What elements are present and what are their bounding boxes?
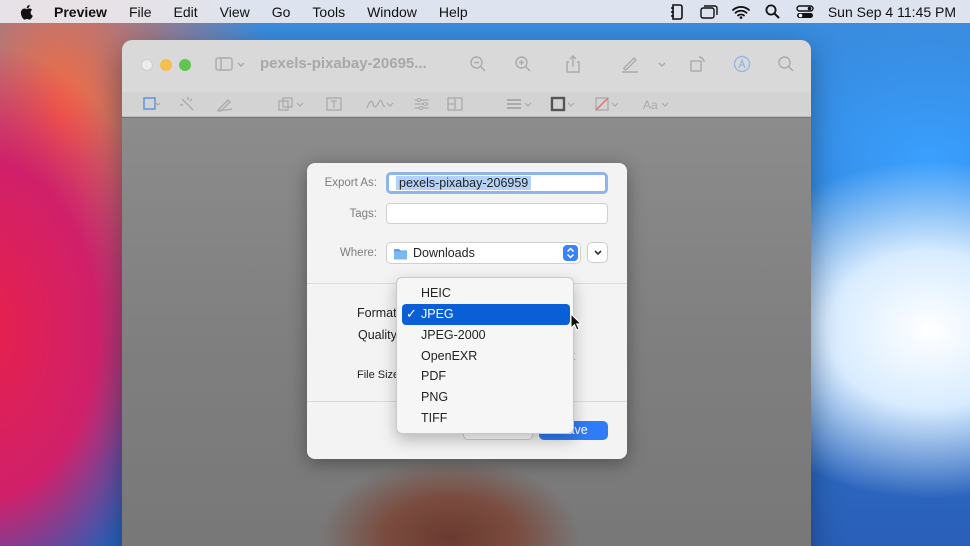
sidebar-toggle-icon[interactable]	[215, 55, 233, 73]
menu-bar: Preview File Edit View Go Tools Window H…	[0, 0, 970, 23]
format-option-label: HEIC	[421, 286, 451, 300]
note-icon[interactable]	[668, 3, 686, 20]
format-option-label: JPEG	[421, 307, 454, 321]
menu-app-name[interactable]: Preview	[54, 4, 107, 20]
tags-field[interactable]	[386, 203, 608, 224]
menu-clock[interactable]: Sun Sep 4 11:45 PM	[828, 4, 956, 20]
adjust-size-icon[interactable]	[446, 96, 464, 112]
search-icon[interactable]	[777, 55, 795, 73]
menu-help[interactable]: Help	[439, 4, 468, 20]
menu-edit[interactable]: Edit	[174, 4, 198, 20]
checkmark-icon: ✓	[406, 306, 417, 321]
export-as-value: pexels-pixabay-206959	[396, 176, 532, 190]
control-center-icon[interactable]	[796, 4, 814, 20]
format-option-openexr[interactable]: OpenEXR	[402, 346, 570, 367]
tags-label: Tags:	[349, 208, 378, 220]
adjust-color-icon[interactable]	[413, 96, 431, 112]
border-color-icon[interactable]	[550, 96, 578, 112]
format-option-label: PDF	[421, 369, 446, 383]
search-icon[interactable]	[764, 4, 782, 20]
window-titlebar: pexels-pixabay-20695...	[122, 40, 811, 92]
text-box-icon[interactable]	[325, 96, 343, 112]
shapes-icon[interactable]	[277, 96, 305, 112]
menu-file[interactable]: File	[129, 4, 152, 20]
menu-bar-extras: Sun Sep 4 11:45 PM	[668, 0, 956, 23]
format-dropdown-menu: HEIC ✓ JPEG JPEG-2000 OpenEXR PDF PNG TI…	[396, 277, 574, 434]
window-title: pexels-pixabay-20695...	[260, 55, 427, 72]
markup-toolbar: Aa	[122, 92, 811, 117]
menu-window[interactable]: Window	[367, 4, 417, 20]
format-option-label: JPEG-2000	[421, 328, 486, 342]
markup-toolbar-icon[interactable]	[733, 55, 751, 73]
menu-tools[interactable]: Tools	[312, 4, 345, 20]
format-option-tiff[interactable]: TIFF	[402, 408, 570, 429]
rectangular-selection-icon[interactable]	[142, 96, 160, 112]
format-option-label: PNG	[421, 390, 449, 404]
chevron-down-icon[interactable]	[657, 55, 667, 73]
export-as-field[interactable]: pexels-pixabay-206959	[386, 172, 608, 194]
format-option-label: OpenEXR	[421, 349, 478, 363]
folder-icon	[394, 249, 407, 260]
apple-menu-icon[interactable]	[20, 4, 35, 20]
sketch-icon[interactable]	[216, 96, 234, 112]
file-size-label: File Size	[357, 369, 400, 381]
format-option-jpeg[interactable]: ✓ JPEG	[402, 304, 570, 325]
stepper-icon	[563, 245, 578, 261]
export-as-label: Export As:	[324, 177, 377, 189]
quality-label: Quality	[358, 328, 397, 342]
format-option-png[interactable]: PNG	[402, 387, 570, 408]
format-option-heic[interactable]: HEIC	[402, 283, 570, 304]
share-icon[interactable]	[564, 55, 582, 73]
shape-style-icon[interactable]	[505, 96, 533, 112]
wifi-icon[interactable]	[731, 4, 750, 20]
format-label: Format	[357, 306, 397, 320]
zoom-window-button[interactable]	[179, 59, 191, 71]
fill-color-icon[interactable]	[594, 96, 622, 112]
where-select[interactable]: Downloads	[386, 242, 581, 264]
format-option-jpeg-2000[interactable]: JPEG-2000	[402, 325, 570, 346]
menu-view[interactable]: View	[220, 4, 250, 20]
minimize-window-button[interactable]	[160, 59, 172, 71]
instant-alpha-icon[interactable]	[179, 96, 197, 112]
zoom-in-icon[interactable]	[514, 55, 532, 73]
chevron-down-icon	[593, 249, 602, 255]
chevron-down-icon[interactable]	[236, 55, 246, 73]
where-label: Where:	[339, 247, 377, 259]
menu-go[interactable]: Go	[272, 4, 291, 20]
format-option-label: TIFF	[421, 411, 448, 425]
svg-text:Aa: Aa	[643, 98, 658, 112]
display-icon[interactable]	[700, 4, 718, 20]
sign-icon[interactable]	[365, 96, 395, 112]
rotate-icon[interactable]	[689, 55, 707, 73]
where-value: Downloads	[413, 246, 475, 260]
close-window-button[interactable]	[141, 59, 153, 71]
markup-pen-icon[interactable]	[621, 55, 639, 73]
format-option-pdf[interactable]: PDF	[402, 366, 570, 387]
zoom-out-icon[interactable]	[469, 55, 487, 73]
mouse-cursor-icon	[570, 313, 582, 331]
text-style-icon[interactable]: Aa	[642, 96, 670, 112]
expand-button[interactable]	[587, 242, 608, 263]
